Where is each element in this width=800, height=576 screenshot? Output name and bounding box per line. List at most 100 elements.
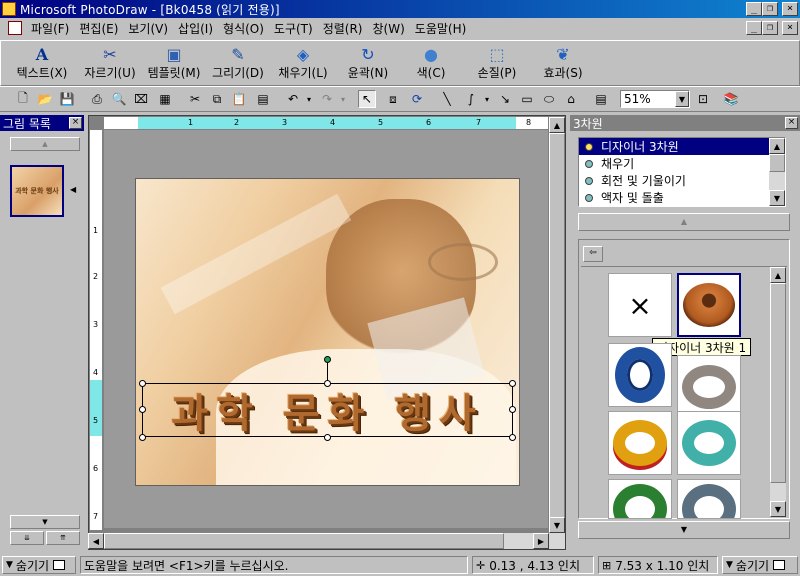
scroll-up-icon[interactable]: ▲ bbox=[769, 138, 785, 154]
camera-icon[interactable]: ▦ bbox=[156, 90, 174, 108]
open-icon[interactable]: 📂 bbox=[36, 90, 54, 108]
3d-category-list[interactable]: 디자이너 3차원 채우기 회전 및 기울이기 액자 및 돌출 ▲ ▼ bbox=[578, 137, 786, 207]
scroll-up-icon[interactable]: ▲ bbox=[549, 117, 565, 133]
rotate-handle[interactable] bbox=[324, 356, 331, 363]
text-box-icon[interactable]: ▤ bbox=[592, 90, 610, 108]
cut-icon[interactable]: ✂ bbox=[186, 90, 204, 108]
chevron-down-icon[interactable]: ▼ bbox=[675, 91, 689, 107]
picture-thumbnail[interactable]: 과학 문화 행사 bbox=[10, 165, 64, 217]
gallery-item-designer-1[interactable] bbox=[677, 273, 741, 337]
gallery-scroll-up-button[interactable]: ▲ bbox=[578, 213, 790, 231]
paste-icon[interactable]: 📋 bbox=[230, 90, 248, 108]
zoom-select[interactable]: 51% ▼ bbox=[620, 90, 690, 108]
list-scroll-thumb[interactable] bbox=[769, 154, 785, 172]
menu-tools[interactable]: 도구(T) bbox=[269, 20, 318, 37]
scroll-bottom-button[interactable]: ⇊ bbox=[10, 531, 44, 545]
print-icon[interactable]: ⎙ bbox=[88, 90, 106, 108]
menu-view[interactable]: 보기(V) bbox=[123, 20, 173, 37]
handle-tl[interactable] bbox=[139, 380, 146, 387]
effect-button[interactable]: ❦ 효과(S) bbox=[538, 44, 588, 84]
list-item-frame-extrude[interactable]: 액자 및 돌출 bbox=[579, 189, 769, 206]
redo-dropdown-icon[interactable]: ▾ bbox=[334, 90, 352, 108]
doc-minimize-button[interactable]: _ bbox=[746, 21, 762, 35]
art-text-object[interactable]: 과학 문화 행사 bbox=[142, 383, 513, 437]
scroll-right-icon[interactable]: ▶ bbox=[533, 533, 549, 549]
draw-button[interactable]: ✎ 그리기(D) bbox=[208, 44, 268, 84]
restore-button[interactable]: ❐ bbox=[762, 2, 778, 16]
handle-bl[interactable] bbox=[139, 434, 146, 441]
gallery-item-blue-ring[interactable] bbox=[608, 343, 672, 407]
rotate-icon[interactable]: ⟳ bbox=[408, 90, 426, 108]
vertical-scroll-thumb[interactable] bbox=[549, 133, 565, 533]
hide-left-button[interactable]: ▼ 숨기기 bbox=[2, 556, 76, 574]
menu-file[interactable]: 파일(F) bbox=[26, 20, 74, 37]
menu-insert[interactable]: 삽입(I) bbox=[173, 20, 218, 37]
book-icon[interactable]: 📚 bbox=[722, 90, 740, 108]
text-button[interactable]: A 텍스트(X) bbox=[12, 44, 72, 84]
template-button[interactable]: ▣ 템플릿(M) bbox=[142, 44, 206, 84]
arrange-icon[interactable]: ⧈ bbox=[384, 90, 402, 108]
list-item-designer-3d[interactable]: 디자이너 3차원 bbox=[579, 138, 769, 155]
curve-dropdown-icon[interactable]: ▾ bbox=[478, 90, 496, 108]
ellipse-icon[interactable]: ⬭ bbox=[540, 90, 558, 108]
menu-help[interactable]: 도움말(H) bbox=[410, 20, 472, 37]
minimize-button[interactable]: _ bbox=[746, 2, 762, 16]
retouch-button[interactable]: ⬚ 손질(P) bbox=[470, 44, 524, 84]
menu-window[interactable]: 창(W) bbox=[368, 20, 410, 37]
scroll-down-button[interactable]: ▼ bbox=[10, 515, 80, 529]
color-button[interactable]: ● 색(C) bbox=[408, 44, 454, 84]
outline-button[interactable]: ↻ 윤곽(N) bbox=[342, 44, 394, 84]
menu-arrange[interactable]: 정렬(R) bbox=[318, 20, 368, 37]
doc-close-button[interactable]: × bbox=[782, 21, 798, 35]
menu-format[interactable]: 형식(O) bbox=[218, 20, 269, 37]
close-icon[interactable]: × bbox=[785, 117, 798, 129]
rectangle-icon[interactable]: ▭ bbox=[518, 90, 536, 108]
scroll-down-icon[interactable]: ▼ bbox=[549, 517, 565, 533]
crop-button[interactable]: ✂ 자르기(U) bbox=[80, 44, 140, 84]
handle-tr[interactable] bbox=[509, 380, 516, 387]
menu-edit[interactable]: 편집(E) bbox=[74, 20, 123, 37]
scroll-down-icon[interactable]: ▼ bbox=[770, 501, 786, 517]
gallery-scroll-down-button[interactable]: ▼ bbox=[578, 521, 790, 539]
pointer-icon[interactable]: ↖ bbox=[358, 90, 376, 108]
doc-icon[interactable] bbox=[8, 21, 22, 35]
fill-button[interactable]: ◈ 채우기(L) bbox=[272, 44, 334, 84]
gallery-scrollbar[interactable]: ▲ ▼ bbox=[770, 267, 786, 517]
handle-bm[interactable] bbox=[324, 434, 331, 441]
format-painter-icon[interactable]: ▤ bbox=[254, 90, 272, 108]
vertical-scrollbar[interactable]: ▲ ▼ bbox=[549, 117, 565, 549]
arrow-line-icon[interactable]: ↘ bbox=[496, 90, 514, 108]
new-icon[interactable]: 🗋 bbox=[14, 90, 32, 108]
list-item-rotate-tilt[interactable]: 회전 및 기울이기 bbox=[579, 172, 769, 189]
doc-restore-button[interactable]: ❐ bbox=[762, 21, 778, 35]
scroll-top-button[interactable]: ⇈ bbox=[46, 531, 80, 545]
list-item-fill[interactable]: 채우기 bbox=[579, 155, 769, 172]
list-scrollbar[interactable]: ▲ ▼ bbox=[769, 138, 785, 206]
vertical-ruler[interactable]: 1 2 3 4 5 6 7 bbox=[90, 130, 102, 530]
undo-dropdown-icon[interactable]: ▾ bbox=[300, 90, 318, 108]
scroll-down-icon[interactable]: ▼ bbox=[769, 190, 785, 206]
gallery-item-teal-ring[interactable] bbox=[677, 411, 741, 475]
hide-right-button[interactable]: ▼ 숨기기 bbox=[722, 556, 798, 574]
horizontal-scrollbar[interactable]: ◀ ▶ bbox=[88, 533, 549, 549]
gallery-back-icon[interactable]: ⇦ bbox=[583, 246, 603, 262]
scroll-left-icon[interactable]: ◀ bbox=[88, 533, 104, 549]
scan-icon[interactable]: ⌧ bbox=[132, 90, 150, 108]
close-icon[interactable]: × bbox=[69, 117, 82, 129]
print-preview-icon[interactable]: 🔍 bbox=[110, 90, 128, 108]
scroll-up-icon[interactable]: ▲ bbox=[770, 267, 786, 283]
handle-br[interactable] bbox=[509, 434, 516, 441]
autoshape-icon[interactable]: ⌂ bbox=[562, 90, 580, 108]
line-icon[interactable]: ╲ bbox=[438, 90, 456, 108]
gallery-item-gray-ring[interactable] bbox=[677, 355, 741, 419]
handle-mr[interactable] bbox=[509, 406, 516, 413]
horizontal-scroll-thumb[interactable] bbox=[104, 533, 504, 549]
gallery-scroll-thumb[interactable] bbox=[770, 283, 786, 483]
handle-ml[interactable] bbox=[139, 406, 146, 413]
gallery-item-stone-ring[interactable] bbox=[677, 479, 741, 519]
gallery-item-gold-ring[interactable] bbox=[608, 411, 672, 475]
app-icon[interactable] bbox=[2, 2, 16, 16]
gallery-item-none[interactable]: × bbox=[608, 273, 672, 337]
horizontal-ruler[interactable]: 1 2 3 4 5 6 7 8 bbox=[104, 117, 548, 129]
fit-page-icon[interactable]: ⊡ bbox=[694, 90, 712, 108]
